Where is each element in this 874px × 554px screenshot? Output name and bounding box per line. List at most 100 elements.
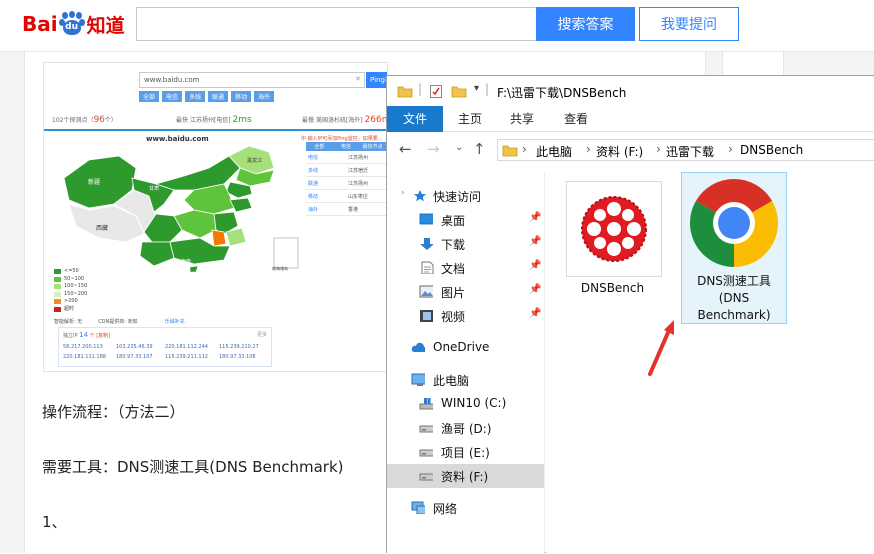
baidu-header: Bai du 知道 搜索答案 我要提问 — [0, 0, 874, 52]
search-input[interactable] — [136, 7, 536, 41]
shot-nodes-value: 96 — [93, 115, 105, 125]
sidebar-item-drive-e[interactable]: 项目 (E:) — [387, 440, 544, 464]
sidebar-item-drive-d[interactable]: 渔哥 (D:) — [387, 416, 544, 440]
pin-icon[interactable]: 📌 — [529, 236, 541, 247]
pin-icon[interactable]: 📌 — [529, 308, 541, 319]
file-explorer-window: | ▾ | F:\迅雷下载\DNSBench 文件 主页 共享 查看 ← → ⌄… — [386, 75, 874, 554]
file-name-line: DNS测速工具 — [697, 274, 771, 288]
shot-dns-info: 智能解析: 无 — [54, 319, 83, 325]
logo-text-du: du — [65, 22, 79, 32]
chevron-right-icon[interactable]: › — [586, 142, 591, 156]
breadcrumb-this-pc[interactable]: 此电脑 — [536, 143, 572, 160]
sidebar-item-label: 文档 — [441, 262, 466, 276]
shot-bottom-info: 智能解析: 无 CDN提供商: 未知 乐域补充 — [54, 318, 185, 325]
breadcrumb-drive-f[interactable]: 资料 (F:) — [596, 143, 643, 160]
tab-view[interactable]: 查看 — [555, 106, 597, 132]
folder-icon — [502, 145, 518, 157]
pictures-icon — [419, 285, 433, 298]
sidebar-item-label: OneDrive — [433, 340, 490, 354]
article-screenshot: www.baidu.com ✕ Ping检测 全部 电信 多线 联通 移动 海外… — [43, 62, 388, 372]
sidebar-item-quick-access[interactable]: › 快速访问 — [387, 184, 544, 208]
chevron-right-icon[interactable]: › — [728, 142, 733, 156]
sidebar-item-label: 快速访问 — [433, 190, 482, 204]
search-answer-button[interactable]: 搜索答案 — [536, 7, 635, 41]
chevron-right-icon[interactable]: › — [522, 142, 527, 156]
map-region-yunnan — [139, 241, 175, 267]
baidu-zhidao-logo[interactable]: Bai du 知道 — [22, 6, 125, 42]
breadcrumb-dnsbench[interactable]: DNSBench — [740, 143, 803, 157]
file-item-dns-benchmark[interactable]: DNS测速工具 (DNS Benchmark) — [681, 172, 787, 324]
map-region-jiangxi-hot — [211, 229, 227, 247]
table-row: 移动 山东枣庄 — [306, 190, 386, 203]
shot-search-input: www.baidu.com — [139, 72, 365, 88]
breadcrumb-xunlei[interactable]: 迅雷下载 — [666, 143, 714, 160]
properties-icon[interactable] — [429, 84, 443, 99]
up-arrow-icon[interactable]: ↑ — [473, 140, 486, 158]
shot-ip: 220.181.111.188 — [63, 354, 106, 360]
map-label-tibet: 西藏 — [96, 224, 108, 232]
pin-icon[interactable]: 📌 — [529, 260, 541, 271]
pin-icon[interactable]: 📌 — [529, 284, 541, 295]
legend-label: <=50 — [64, 268, 79, 274]
chevron-right-icon[interactable]: › — [656, 142, 661, 156]
navigation-pane: › 快速访问 桌面 📌 下载 📌 文档 📌 图片 📌 视频 📌 OneDrive… — [387, 172, 545, 554]
sidebar-item-network[interactable]: 网络 — [387, 496, 544, 520]
tab-file[interactable]: 文件 — [387, 106, 443, 132]
red-annotation-arrow — [648, 320, 674, 376]
file-item-dnsbench[interactable]: DNSBench — [560, 176, 665, 326]
china-map: 新疆 西藏 甘肃 黑龙江 海南 南海诸岛 — [63, 145, 299, 273]
tab-home[interactable]: 主页 — [449, 106, 491, 132]
sidebar-item-label: 项目 (E:) — [441, 446, 490, 460]
table-header-cell: 电信 — [341, 144, 352, 150]
file-name-line: Benchmark) — [697, 308, 771, 322]
shot-slowest-value: 266ms — [364, 115, 387, 125]
shot-ping-button: Ping检测 — [366, 72, 387, 88]
video-icon — [420, 310, 433, 322]
sidebar-item-pictures[interactable]: 图片 📌 — [387, 280, 544, 304]
drive-icon — [419, 473, 433, 481]
map-label-south-sea: 南海诸岛 — [272, 265, 288, 271]
star-icon — [414, 190, 426, 202]
separator-icon: | — [418, 82, 423, 96]
address-bar[interactable]: › 此电脑 › 资料 (F:) › 迅雷下载 › DNSBench — [497, 139, 874, 161]
shot-ip-list: 独立IP 14 个 [复制] 更多 58.217.200.113 103.235… — [58, 327, 272, 367]
recent-locations-icon[interactable]: ⌄ — [455, 142, 463, 153]
pin-icon[interactable]: 📌 — [529, 212, 541, 223]
sidebar-item-drive-c[interactable]: WIN10 (C:) — [387, 392, 544, 416]
ask-question-button[interactable]: 我要提问 — [639, 7, 739, 41]
logo-text-bai: Bai — [22, 12, 58, 36]
sidebar-item-downloads[interactable]: 下载 📌 — [387, 232, 544, 256]
map-region-hainan — [189, 265, 199, 273]
legend-swatch — [54, 269, 61, 275]
sidebar-item-label: 网络 — [433, 502, 458, 516]
back-arrow-icon[interactable]: ← — [399, 140, 412, 158]
sidebar-item-label: 桌面 — [441, 214, 466, 228]
table-row: 电信 江苏扬州 — [306, 151, 386, 164]
sidebar-item-videos[interactable]: 视频 📌 — [387, 304, 544, 328]
windows-drive-icon — [419, 398, 433, 410]
shot-tab: 联通 — [208, 91, 229, 102]
sidebar-item-this-pc[interactable]: 此电脑 — [387, 368, 544, 392]
shot-note: 中 输入IP可添加Ping监控，如果要... — [301, 136, 383, 142]
expand-chevron-icon[interactable]: › — [401, 188, 405, 198]
forward-arrow-icon[interactable]: → — [427, 140, 440, 158]
map-label-xinjiang: 新疆 — [88, 178, 100, 186]
shot-fastest-label: 最快 — [176, 117, 189, 124]
sidebar-item-desktop[interactable]: 桌面 📌 — [387, 208, 544, 232]
folder-icon — [397, 86, 413, 98]
sidebar-item-documents[interactable]: 文档 📌 — [387, 256, 544, 280]
sidebar-item-onedrive[interactable]: OneDrive — [387, 336, 544, 360]
shot-isp-tabs: 全部 电信 多线 联通 移动 海外 — [139, 91, 275, 102]
article-step-heading: 操作流程：（方法二） — [42, 403, 185, 421]
shot-slowest-label: 最慢 — [302, 117, 315, 124]
legend-swatch — [54, 299, 61, 305]
customize-quick-access-icon[interactable]: ▾ — [474, 83, 479, 94]
sidebar-item-drive-f[interactable]: 资料 (F:) — [387, 464, 544, 488]
shot-ip: 103.235.46.39 — [116, 344, 153, 350]
shot-ip-more: 更多 — [257, 332, 268, 338]
new-folder-icon[interactable] — [451, 84, 467, 98]
legend-swatch — [54, 276, 61, 282]
baidu-paw-icon: du — [58, 11, 85, 37]
file-name: DNS测速工具 (DNS Benchmark) — [682, 273, 786, 324]
tab-share[interactable]: 共享 — [501, 106, 543, 132]
